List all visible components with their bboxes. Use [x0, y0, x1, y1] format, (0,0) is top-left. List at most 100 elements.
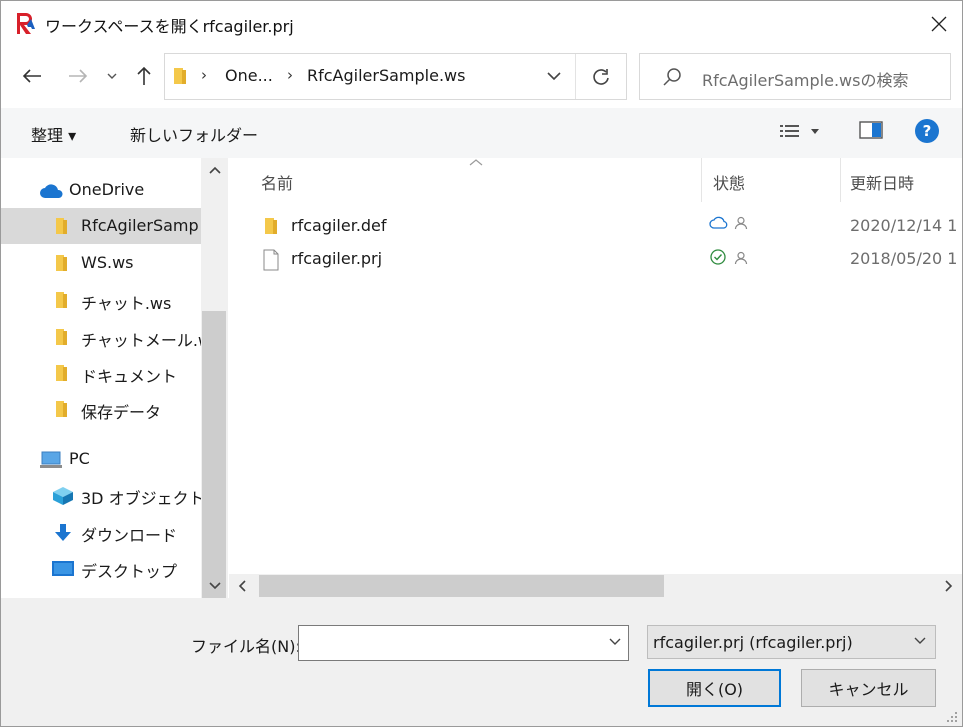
scroll-right-button[interactable]	[936, 574, 962, 598]
scroll-left-button[interactable]	[229, 574, 255, 598]
cloud-status-icon	[709, 216, 728, 229]
file-icon	[263, 249, 279, 271]
search-icon	[663, 68, 681, 86]
nav-item-label: デスクトップ	[81, 562, 178, 581]
filename-combobox[interactable]	[298, 625, 629, 661]
close-icon	[931, 16, 947, 32]
nav-item-rfcagilersample[interactable]: RfcAgilerSamp	[1, 208, 201, 244]
arrow-right-icon	[69, 69, 88, 83]
nav-item-label: OneDrive	[69, 180, 145, 199]
breadcrumb-separator: ›	[201, 66, 207, 84]
resize-grip-icon[interactable]	[946, 711, 958, 723]
chevron-up-icon	[208, 166, 221, 174]
cloud-icon	[40, 184, 63, 198]
filename-label: ファイル名(N):	[191, 637, 301, 656]
navigation-pane-scrollbar[interactable]	[201, 158, 228, 631]
help-icon: ?	[922, 122, 932, 140]
nav-item-pc[interactable]: PC	[1, 441, 201, 477]
close-button[interactable]	[916, 1, 962, 47]
new-folder-button[interactable]: 新しいフォルダー	[130, 122, 258, 146]
nav-item-label: ドキュメント	[81, 367, 178, 386]
address-dropdown-button[interactable]	[533, 54, 575, 99]
column-divider[interactable]	[840, 158, 841, 202]
chevron-left-icon	[238, 580, 246, 592]
column-header-status[interactable]: 状態	[713, 170, 745, 194]
sort-ascending-icon	[469, 159, 483, 166]
chevron-down-icon	[914, 637, 926, 644]
file-name: rfcagiler.def	[291, 216, 387, 235]
rfc-agiler-app-icon	[17, 13, 35, 34]
synced-check-icon	[710, 249, 726, 265]
nav-item-saved-data[interactable]: 保存データ	[1, 391, 201, 427]
chevron-down-icon	[547, 72, 561, 81]
3d-objects-icon	[53, 487, 73, 505]
arrow-up-icon	[137, 66, 151, 85]
desktop-icon	[52, 561, 74, 576]
breadcrumb-current-folder[interactable]: RfcAgilerSample.ws	[307, 66, 465, 85]
nav-item-downloads[interactable]: ダウンロード	[1, 514, 201, 550]
scroll-down-button[interactable]	[201, 574, 228, 598]
search-placeholder: RfcAgilerSample.wsの検索	[702, 71, 909, 90]
nav-item-onedrive[interactable]: OneDrive	[1, 172, 201, 208]
nav-item-chat-ws[interactable]: チャット.ws	[1, 282, 201, 318]
up-button[interactable]	[129, 61, 159, 91]
arrow-left-icon	[22, 69, 41, 83]
breadcrumb-onedrive[interactable]: One...	[225, 66, 273, 85]
organize-button[interactable]: 整理 ▾	[31, 122, 76, 146]
nav-item-label: 保存データ	[81, 403, 162, 422]
cancel-button[interactable]: キャンセル	[801, 669, 936, 707]
folder-icon	[56, 401, 67, 417]
scrollbar-thumb[interactable]	[259, 575, 664, 597]
title-bar: ワークスペースを開くrfcagiler.prj	[1, 1, 962, 47]
help-button[interactable]: ?	[915, 119, 939, 143]
nav-item-documents[interactable]: ドキュメント	[1, 355, 201, 391]
folder-icon	[56, 365, 67, 381]
scroll-up-button[interactable]	[201, 158, 228, 182]
nav-item-label: ダウンロード	[81, 526, 178, 545]
dropdown-arrow-icon	[811, 129, 819, 134]
nav-item-ws[interactable]: WS.ws	[1, 245, 201, 281]
nav-item-label: PC	[69, 449, 90, 468]
chevron-down-icon[interactable]	[608, 634, 622, 648]
file-list-horizontal-scrollbar[interactable]	[229, 574, 962, 598]
status-cell	[709, 249, 748, 269]
file-name: rfcagiler.prj	[291, 249, 383, 268]
nav-item-label: RfcAgilerSamp	[81, 216, 199, 235]
file-row[interactable]: rfcagiler.def 2020/12/14 1	[229, 210, 962, 242]
search-box[interactable]: RfcAgilerSample.wsの検索	[639, 53, 951, 100]
nav-item-label: チャット.ws	[81, 294, 172, 313]
nav-item-chat-mail-ws[interactable]: チャットメール.ws	[1, 319, 219, 355]
column-header-name[interactable]: 名前	[261, 170, 293, 194]
details-view-icon	[780, 125, 799, 137]
chevron-down-icon	[107, 73, 117, 79]
folder-icon	[56, 292, 67, 308]
nav-item-3d-objects[interactable]: 3D オブジェクト	[1, 477, 205, 513]
refresh-icon	[593, 68, 609, 85]
column-header-date[interactable]: 更新日時	[850, 170, 914, 194]
forward-button[interactable]	[63, 61, 93, 91]
change-view-button[interactable]	[779, 120, 833, 144]
file-type-value: rfcagiler.prj (rfcagiler.prj)	[653, 633, 853, 652]
chevron-down-icon	[208, 582, 221, 590]
folder-icon	[56, 218, 67, 234]
navigation-pane: OneDrive RfcAgilerSamp WS.ws チャット.ws チャッ…	[1, 158, 228, 598]
nav-item-desktop[interactable]: デスクトップ	[1, 550, 201, 586]
download-icon	[55, 524, 71, 541]
column-divider[interactable]	[701, 158, 702, 202]
refresh-button[interactable]	[575, 54, 626, 99]
open-button[interactable]: 開く(O)	[648, 669, 781, 707]
back-button[interactable]	[17, 61, 47, 91]
address-bar[interactable]: › One... › RfcAgilerSample.ws	[164, 53, 627, 100]
status-cell	[709, 216, 748, 234]
file-type-filter[interactable]: rfcagiler.prj (rfcagiler.prj)	[647, 625, 936, 659]
file-row[interactable]: rfcagiler.prj 2018/05/20 1	[229, 243, 962, 275]
folder-icon	[174, 68, 186, 84]
chevron-right-icon	[945, 580, 953, 592]
file-date: 2020/12/14 1	[850, 216, 958, 235]
recent-locations-button[interactable]	[99, 61, 125, 91]
folder-icon	[56, 329, 67, 345]
pc-icon	[40, 451, 62, 468]
file-date: 2018/05/20 1	[850, 249, 958, 268]
breadcrumb-separator: ›	[287, 66, 293, 84]
preview-pane-button[interactable]	[859, 120, 885, 144]
